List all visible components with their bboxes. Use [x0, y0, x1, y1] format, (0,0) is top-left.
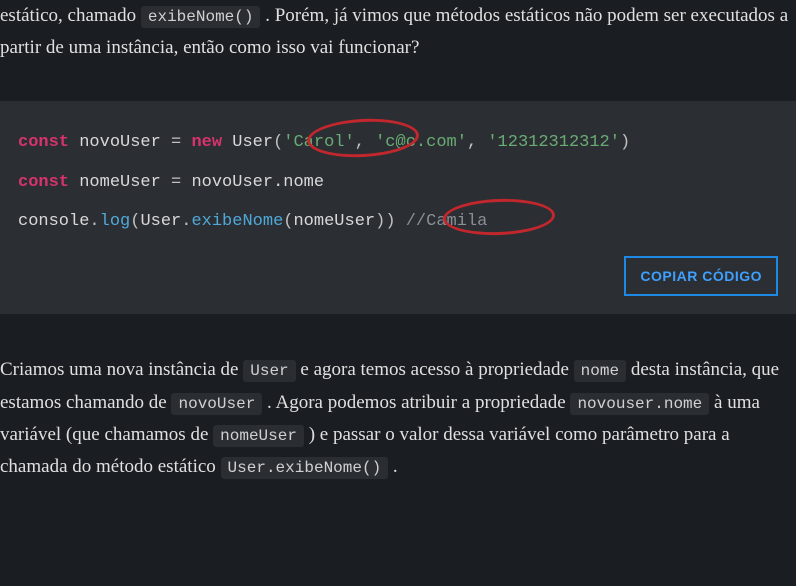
paragraph-explain: Criamos uma nova instância de User e ago…: [0, 354, 796, 491]
token-string: 'c@c.com': [375, 133, 467, 152]
token-ident: novoUser: [79, 133, 161, 152]
text: . Agora podemos atribuir a propriedade: [267, 392, 570, 413]
inline-code-user-exibeNome: User.exibeNome(): [221, 457, 389, 479]
token-comma: ,: [467, 133, 477, 152]
token-arg: nomeUser: [293, 212, 375, 231]
code-block-container: const novoUser = new User('Carol', 'c@c.…: [0, 101, 796, 315]
inline-code-nomeUser: nomeUser: [213, 425, 304, 447]
token-rparen: ): [385, 212, 395, 231]
token-class: User: [232, 133, 273, 152]
token-eq: =: [171, 133, 181, 152]
text: e agora temos acesso à propriedade: [300, 359, 573, 380]
inline-code-user: User: [243, 360, 295, 382]
token-console: console: [18, 212, 89, 231]
inline-code-exibeNome: exibeNome(): [141, 6, 261, 28]
inline-code-novoUser: novoUser: [171, 393, 262, 415]
token-eq: =: [171, 173, 181, 192]
article-content: estático, chamado exibeNome() . Porém, j…: [0, 0, 796, 492]
token-string: 'Carol': [283, 133, 354, 152]
text: Criamos uma nova instância de: [0, 359, 243, 380]
token-dot: .: [181, 212, 191, 231]
token-comma: ,: [355, 133, 365, 152]
code-block: const novoUser = new User('Carol', 'c@c.…: [18, 123, 778, 243]
inline-code-novouser-nome: novouser.nome: [570, 393, 709, 415]
paragraph-intro: estático, chamado exibeNome() . Porém, j…: [0, 0, 796, 73]
text: estático, chamado: [0, 5, 141, 26]
token-keyword: const: [18, 133, 69, 152]
token-lparen: (: [273, 133, 283, 152]
token-new: new: [191, 133, 222, 152]
token-string: '12312312312': [487, 133, 620, 152]
token-comment: //Camila: [396, 212, 488, 231]
copy-code-button[interactable]: COPIAR CÓDIGO: [624, 256, 778, 296]
token-keyword: const: [18, 173, 69, 192]
token-class: User: [140, 212, 181, 231]
text: .: [393, 456, 398, 477]
token-lparen: (: [283, 212, 293, 231]
token-rparen: ): [620, 133, 630, 152]
token-expr: novoUser.nome: [191, 173, 324, 192]
token-method: exibeNome: [191, 212, 283, 231]
token-dot: .: [89, 212, 99, 231]
token-method: log: [100, 212, 131, 231]
token-lparen: (: [130, 212, 140, 231]
inline-code-nome: nome: [574, 360, 626, 382]
token-ident: nomeUser: [79, 173, 161, 192]
token-rparen: ): [375, 212, 385, 231]
